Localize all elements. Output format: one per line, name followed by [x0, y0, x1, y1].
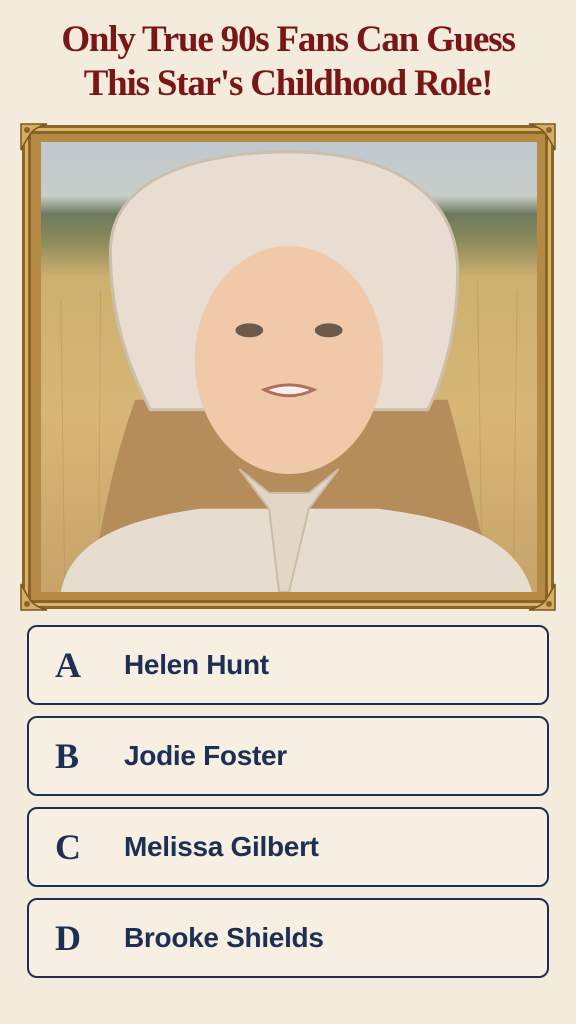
option-letter: B	[55, 736, 80, 776]
option-text: Melissa Gilbert	[124, 831, 319, 862]
girl-in-bonnet-photo	[41, 142, 537, 592]
option-text: Brooke Shields	[124, 922, 324, 953]
option-text: Helen Hunt	[124, 649, 269, 680]
ornament-corner-icon	[20, 583, 48, 611]
option-letter: C	[55, 827, 81, 867]
photo-frame	[20, 123, 556, 611]
ornament-corner-icon	[528, 123, 556, 151]
answer-option-a[interactable]: A Helen Hunt	[27, 625, 549, 705]
answer-option-d[interactable]: D Brooke Shields	[27, 898, 549, 978]
quiz-title-line-1: Only True 90s Fans Can Guess	[61, 19, 516, 60]
ornament-corner-icon	[20, 123, 48, 151]
option-letter: D	[55, 918, 81, 958]
answer-option-c[interactable]: C Melissa Gilbert	[27, 807, 549, 887]
ornament-corner-icon	[528, 583, 556, 611]
answer-option-b[interactable]: B Jodie Foster	[27, 716, 549, 796]
answer-options: A Helen Hunt B Jodie Foster C Melissa Gi…	[27, 625, 549, 989]
quiz-title: Only True 90s Fans Can Guess This Star's…	[0, 18, 576, 106]
quiz-title-line-2: This Star's Childhood Role!	[83, 63, 494, 104]
option-letter: A	[55, 645, 81, 685]
option-text: Jodie Foster	[124, 740, 287, 771]
